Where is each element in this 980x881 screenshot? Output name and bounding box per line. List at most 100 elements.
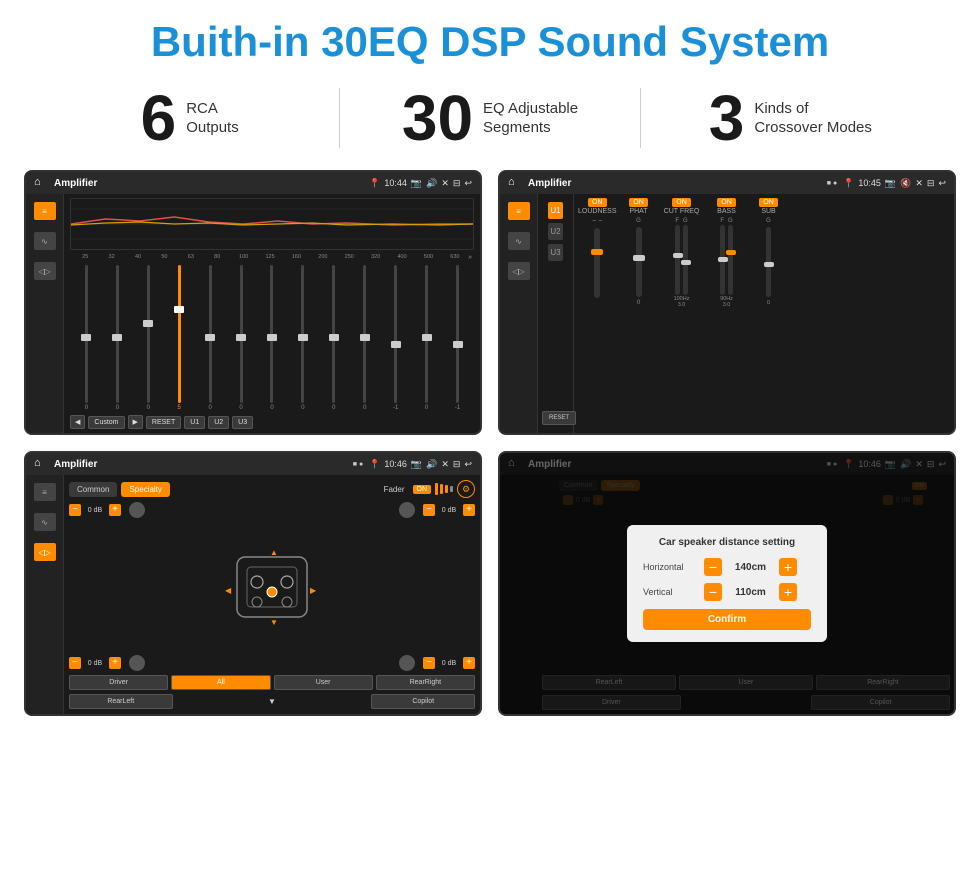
db-minus-bl[interactable]: − (69, 657, 81, 669)
eq-custom-btn[interactable]: Custom (88, 416, 124, 429)
driver-btn[interactable]: Driver (69, 675, 168, 690)
eq-u3-btn[interactable]: U3 (232, 416, 253, 429)
sidebar-speaker-icon-2[interactable]: ◁▷ (508, 262, 530, 280)
horizontal-minus[interactable]: − (704, 558, 722, 576)
eq-next-btn[interactable]: ▶ (128, 415, 143, 429)
eq-reset-btn[interactable]: RESET (146, 416, 181, 429)
u3-btn[interactable]: U3 (548, 244, 562, 261)
common-tab[interactable]: Common (69, 482, 117, 497)
slider-val-6: 0 (239, 405, 242, 411)
bass-slider2[interactable] (728, 225, 733, 295)
back-icon[interactable]: ↩ (464, 178, 472, 189)
db-plus-tr[interactable]: + (463, 504, 475, 516)
u1-btn[interactable]: U1 (548, 202, 562, 219)
slider-val-5: 0 (208, 405, 211, 411)
db-minus-tr[interactable]: − (423, 504, 435, 516)
vertical-minus[interactable]: − (704, 583, 722, 601)
cutfreq-control: ON CUT FREQ FG 1 (661, 198, 703, 308)
back-icon-3[interactable]: ↩ (464, 459, 472, 470)
slider-2[interactable]: 0 (103, 265, 132, 411)
sidebar-wave-icon[interactable]: ∿ (34, 232, 56, 250)
slider-8[interactable]: 0 (288, 265, 317, 411)
all-btn[interactable]: All (171, 675, 270, 690)
cutfreq-slider2[interactable] (683, 225, 688, 295)
slider-13[interactable]: -1 (443, 265, 472, 411)
freq-100: 100 (230, 254, 256, 261)
vertical-label: Vertical (643, 587, 698, 597)
copilot-btn[interactable]: Copilot (371, 694, 475, 709)
sidebar-speaker-icon[interactable]: ◁▷ (34, 262, 56, 280)
fader-on-badge[interactable]: ON (413, 485, 432, 494)
fader-bar-4 (450, 486, 453, 492)
svg-text:▶: ▶ (310, 586, 317, 595)
slider-7[interactable]: 0 (258, 265, 287, 411)
back-icon-2[interactable]: ↩ (938, 178, 946, 189)
vertical-plus[interactable]: + (779, 583, 797, 601)
slider-11[interactable]: -1 (381, 265, 410, 411)
home-icon-3[interactable]: ⌂ (34, 457, 48, 471)
specialty-tab[interactable]: Specialty (121, 482, 169, 497)
sidebar-wave-icon-3[interactable]: ∿ (34, 513, 56, 531)
slider-val-10: 0 (363, 405, 366, 411)
sub-on[interactable]: ON (759, 198, 778, 207)
bass-slider1[interactable] (720, 225, 725, 295)
screen1-content: ≡ ∿ ◁▷ (26, 194, 480, 433)
db-minus-br[interactable]: − (423, 657, 435, 669)
home-icon[interactable]: ⌂ (34, 176, 48, 190)
db-plus-br[interactable]: + (463, 657, 475, 669)
eq-prev-btn[interactable]: ◀ (70, 415, 85, 429)
rearleft-btn[interactable]: RearLeft (69, 694, 173, 709)
stat-label-eq: EQ AdjustableSegments (483, 99, 578, 138)
rearright-btn[interactable]: RearRight (376, 675, 475, 690)
sub-slider[interactable] (766, 227, 771, 297)
sub-label: SUB (761, 208, 775, 215)
time-1: 10:44 (384, 178, 407, 188)
fader-bars-group (435, 483, 453, 495)
slider-val-7: 0 (270, 405, 273, 411)
status-icons-3: 📍 10:46 📷 🔊 ✕ ⊟ ↩ (369, 459, 472, 470)
eq-u1-btn[interactable]: U1 (184, 416, 205, 429)
slider-10[interactable]: 0 (350, 265, 379, 411)
bass-on[interactable]: ON (717, 198, 736, 207)
sidebar-eq-icon-2[interactable]: ≡ (508, 202, 530, 220)
db-plus-tl[interactable]: + (109, 504, 121, 516)
slider-12[interactable]: 0 (412, 265, 441, 411)
eq-svg (71, 199, 473, 249)
horizontal-plus[interactable]: + (779, 558, 797, 576)
slider-val-3: 0 (147, 405, 150, 411)
u2-btn[interactable]: U2 (548, 223, 562, 240)
db-minus-tl[interactable]: − (69, 504, 81, 516)
sidebar-eq-icon-3[interactable]: ≡ (34, 483, 56, 501)
loudness-slider[interactable] (594, 228, 600, 298)
stat-label-crossover: Kinds ofCrossover Modes (754, 99, 872, 138)
sidebar-speaker-icon-3[interactable]: ◁▷ (34, 543, 56, 561)
slider-1[interactable]: 0 (72, 265, 101, 411)
slider-9[interactable]: 0 (319, 265, 348, 411)
sidebar-eq-icon[interactable]: ≡ (34, 202, 56, 220)
amp-reset-btn[interactable]: RESET (542, 411, 576, 425)
db-control-tr: − 0 dB + (423, 504, 475, 516)
loudness-on[interactable]: ON (588, 198, 607, 207)
screen-distance: ⌂ Amplifier ■ ● 📍 10:46 📷 🔊 ✕ ⊟ ↩ Common (498, 451, 956, 716)
dialog-overlay: Car speaker distance setting Horizontal … (500, 453, 954, 714)
settings-circle[interactable]: ⚙ (457, 480, 475, 498)
db-plus-bl[interactable]: + (109, 657, 121, 669)
home-icon-2[interactable]: ⌂ (508, 176, 522, 190)
slider-6[interactable]: 0 (227, 265, 256, 411)
slider-4[interactable]: 5 (165, 265, 194, 411)
left-sidebar-2: ≡ ∿ ◁▷ (500, 194, 538, 433)
user-btn[interactable]: User (274, 675, 373, 690)
slider-3[interactable]: 0 (134, 265, 163, 411)
stat-label-rca: RCAOutputs (186, 99, 239, 138)
screen-fader: ⌂ Amplifier ■ ● 📍 10:46 📷 🔊 ✕ ⊟ ↩ ≡ ∿ ◁▷ (24, 451, 482, 716)
slider-5[interactable]: 0 (196, 265, 225, 411)
phat-slider[interactable] (636, 227, 642, 297)
location-icon-3: 📍 (369, 459, 380, 470)
volume-icon-2: 🔇 (900, 178, 911, 189)
cutfreq-on[interactable]: ON (672, 198, 691, 207)
eq-u2-btn[interactable]: U2 (208, 416, 229, 429)
confirm-button[interactable]: Confirm (643, 609, 811, 630)
sidebar-wave-icon-2[interactable]: ∿ (508, 232, 530, 250)
cutfreq-slider1[interactable] (675, 225, 680, 295)
phat-on[interactable]: ON (629, 198, 648, 207)
